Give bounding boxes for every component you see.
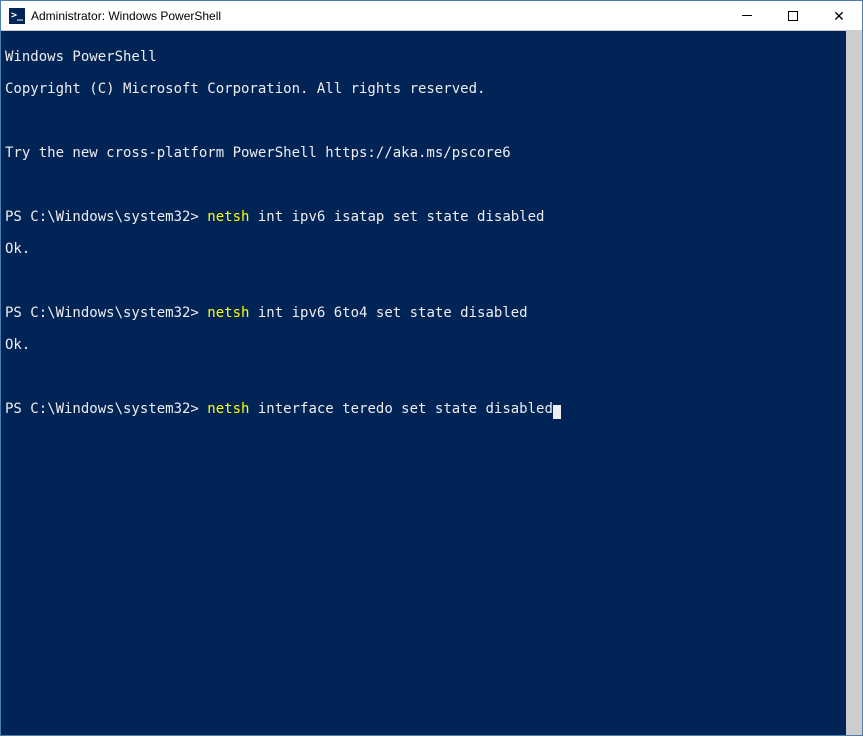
command-name: netsh: [207, 401, 249, 417]
output-line: Ok.: [5, 241, 842, 257]
prompt: PS C:\Windows\system32>: [5, 305, 207, 321]
cursor: [553, 405, 561, 419]
maximize-icon: [788, 11, 798, 21]
banner-line: Windows PowerShell: [5, 49, 842, 65]
maximize-button[interactable]: [770, 1, 816, 30]
scrollbar-thumb[interactable]: [846, 31, 862, 735]
command-args: int ipv6 isatap set state disabled: [249, 209, 544, 225]
powershell-icon: >_: [9, 8, 25, 24]
close-button[interactable]: ✕: [816, 1, 862, 30]
minimize-button[interactable]: [724, 1, 770, 30]
output-line: Ok.: [5, 337, 842, 353]
command-name: netsh: [207, 305, 249, 321]
command-line: PS C:\Windows\system32> netsh int ipv6 i…: [5, 209, 842, 225]
titlebar[interactable]: >_ Administrator: Windows PowerShell ✕: [1, 1, 862, 31]
minimize-icon: [742, 15, 752, 16]
terminal[interactable]: Windows PowerShell Copyright (C) Microso…: [1, 31, 846, 735]
banner-line: Try the new cross-platform PowerShell ht…: [5, 145, 842, 161]
powershell-window: >_ Administrator: Windows PowerShell ✕ W…: [0, 0, 863, 736]
window-title: Administrator: Windows PowerShell: [31, 9, 724, 23]
close-icon: ✕: [833, 9, 845, 23]
current-command-line: PS C:\Windows\system32> netsh interface …: [5, 401, 842, 417]
command-name: netsh: [207, 209, 249, 225]
command-line: PS C:\Windows\system32> netsh int ipv6 6…: [5, 305, 842, 321]
command-args: interface teredo set state disabled: [249, 401, 552, 417]
prompt: PS C:\Windows\system32>: [5, 209, 207, 225]
terminal-area: Windows PowerShell Copyright (C) Microso…: [1, 31, 862, 735]
command-args: int ipv6 6to4 set state disabled: [249, 305, 527, 321]
banner-line: Copyright (C) Microsoft Corporation. All…: [5, 81, 842, 97]
prompt: PS C:\Windows\system32>: [5, 401, 207, 417]
scrollbar[interactable]: [846, 31, 862, 735]
